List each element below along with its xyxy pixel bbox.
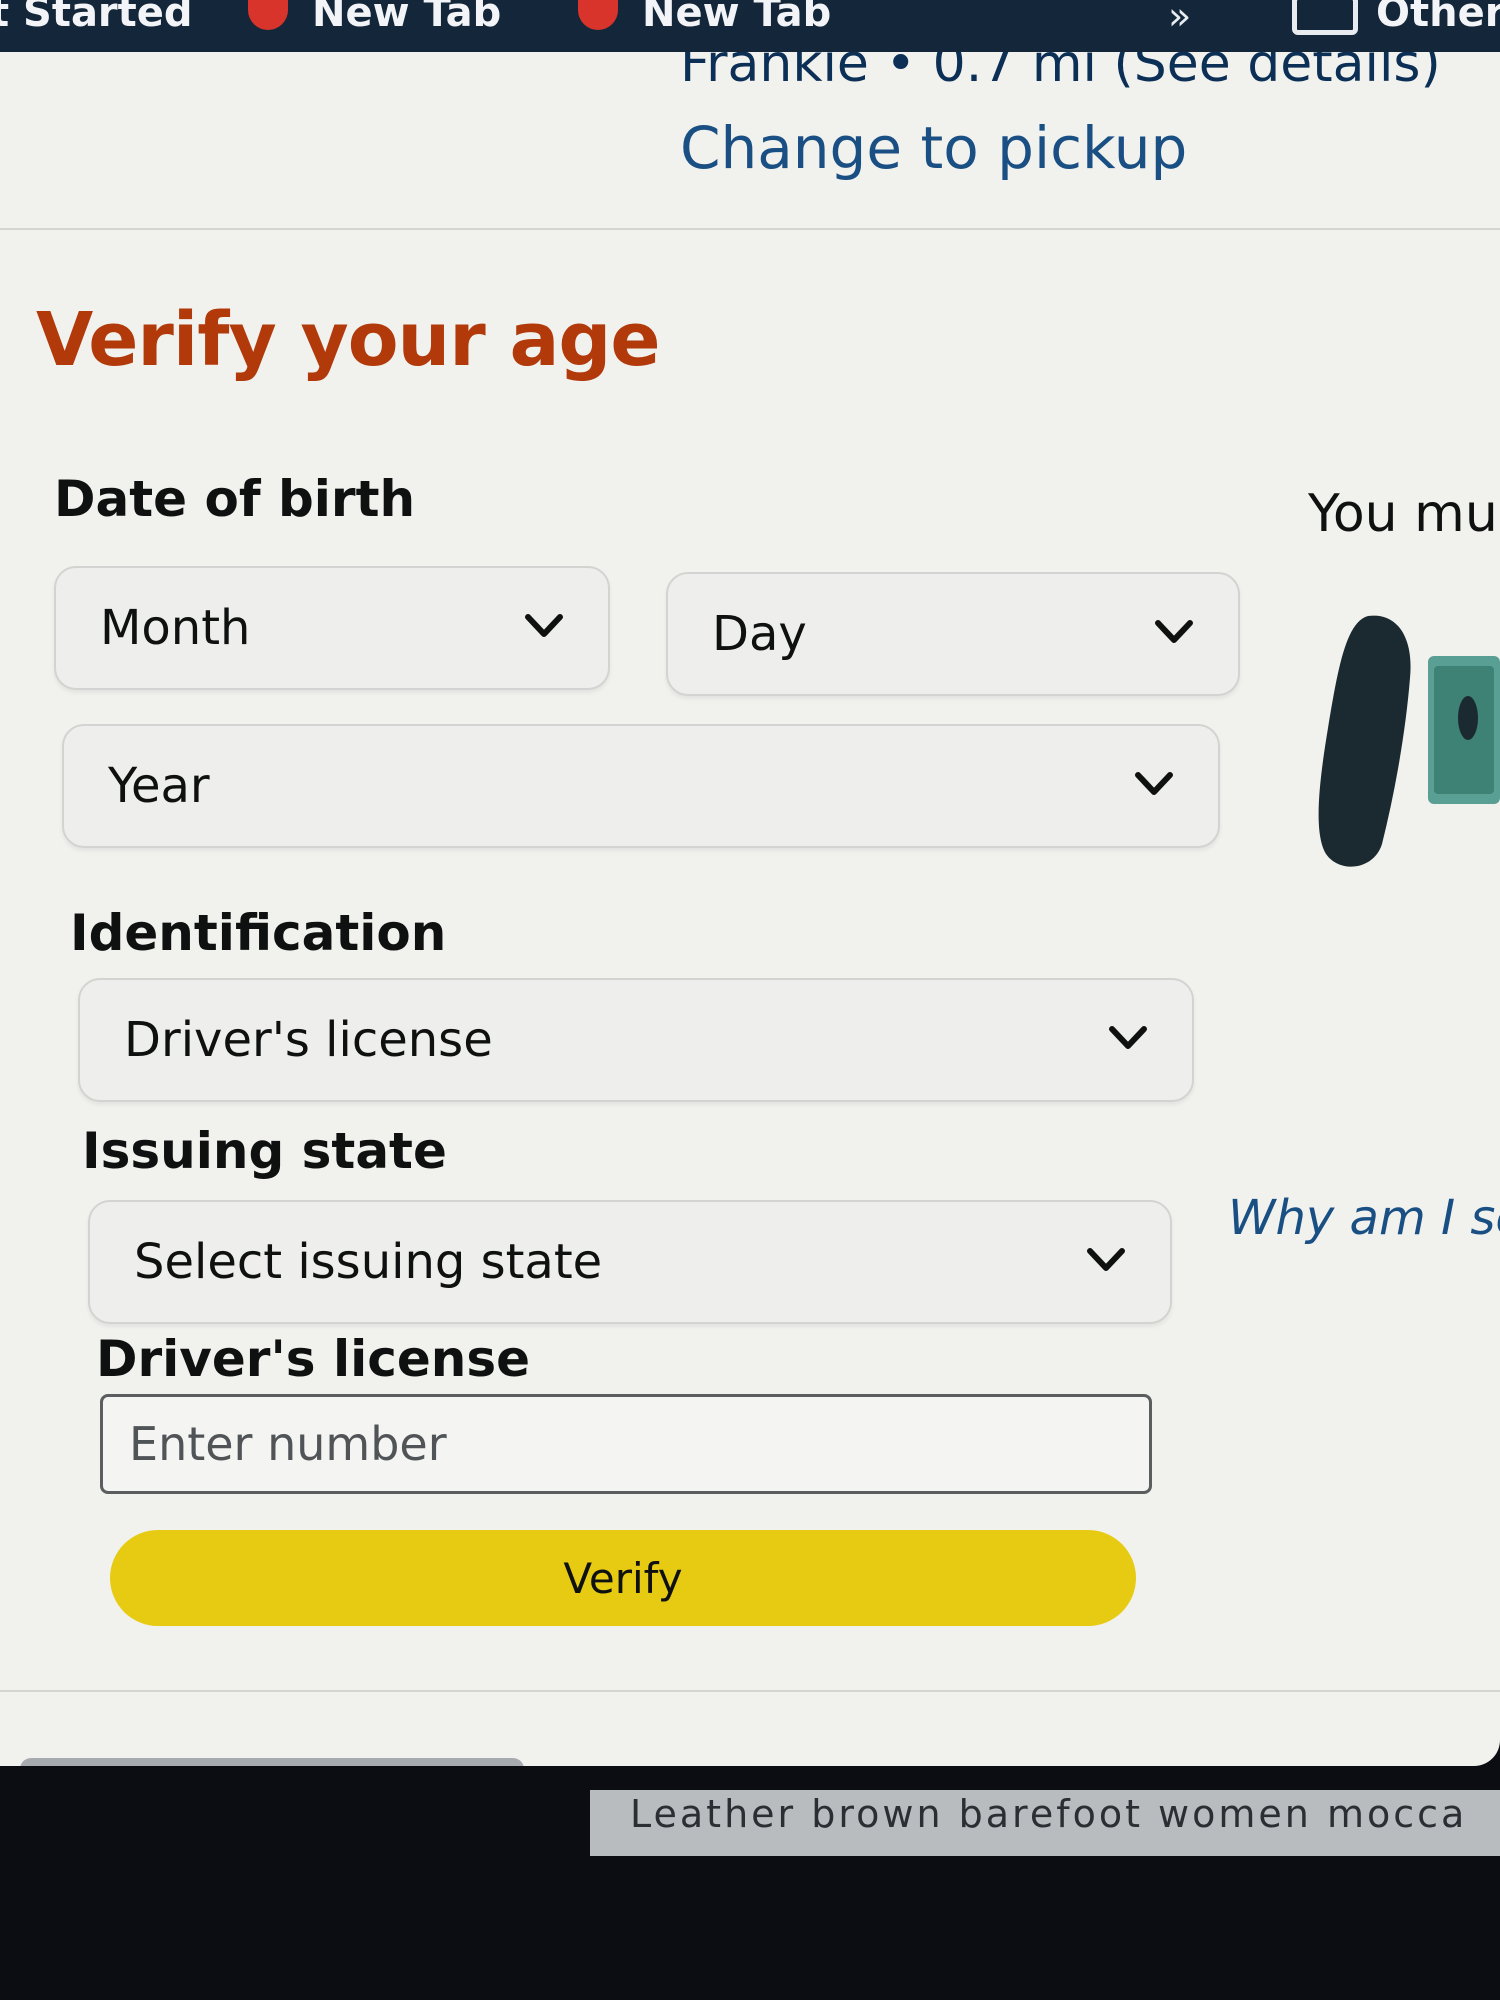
- tab-label: New Tab: [642, 0, 832, 36]
- age-requirement-note: You mu: [1308, 484, 1498, 544]
- year-select-value: Year: [108, 758, 210, 814]
- tab-favicon-icon: [578, 0, 618, 30]
- section-divider: [0, 228, 1500, 230]
- product-caption[interactable]: Leather brown barefoot women mocca: [630, 1792, 1467, 1836]
- chevron-down-icon: [1109, 1026, 1147, 1049]
- identification-select[interactable]: Driver's license: [78, 978, 1194, 1102]
- issuing-state-label: Issuing state: [82, 1122, 447, 1180]
- page-viewport: Frankie • 0.7 mi (See details) Change to…: [0, 52, 1500, 1766]
- chevron-down-icon: [1135, 772, 1173, 795]
- delivery-location-text: Frankie • 0.7 mi (See details): [680, 52, 1441, 94]
- day-select-value: Day: [712, 606, 807, 662]
- tab-new-tab-1[interactable]: New Tab: [248, 0, 501, 36]
- year-select[interactable]: Year: [62, 724, 1220, 848]
- product-thumbnail-image: [1318, 615, 1500, 867]
- chevron-down-icon: [1155, 620, 1193, 643]
- verify-button[interactable]: Verify: [110, 1530, 1136, 1626]
- tab-label: New Tab: [312, 0, 502, 36]
- date-of-birth-label: Date of birth: [54, 470, 416, 528]
- tab-get-started[interactable]: Get Started: [0, 0, 193, 36]
- chevron-down-icon: [1087, 1248, 1125, 1271]
- page-title: Verify your age: [36, 297, 661, 383]
- browser-tab-bar: Get Started New Tab New Tab » Other: [0, 0, 1500, 52]
- drivers-license-number-input[interactable]: [100, 1394, 1152, 1494]
- month-select-value: Month: [100, 600, 251, 656]
- identification-label: Identification: [70, 904, 447, 962]
- drivers-license-label: Driver's license: [96, 1330, 531, 1388]
- tab-favicon-icon: [248, 0, 288, 30]
- footer-divider: [0, 1690, 1500, 1692]
- bottom-product-strip: Leather brown barefoot women mocca: [590, 1790, 1500, 1856]
- tab-new-tab-2[interactable]: New Tab: [578, 0, 831, 36]
- other-bookmarks-label: Other: [1376, 0, 1500, 36]
- day-select[interactable]: Day: [666, 572, 1240, 696]
- identification-select-value: Driver's license: [124, 1012, 493, 1068]
- horizontal-scrollbar[interactable]: [20, 1758, 524, 1766]
- chevron-down-icon: [525, 614, 563, 637]
- issuing-state-select[interactable]: Select issuing state: [88, 1200, 1172, 1324]
- issuing-state-select-value: Select issuing state: [134, 1234, 603, 1290]
- tab-overflow-chevron-icon[interactable]: »: [1168, 0, 1191, 38]
- change-to-pickup-link[interactable]: Change to pickup: [680, 114, 1187, 182]
- other-bookmarks[interactable]: Other: [1292, 0, 1500, 36]
- folder-icon: [1292, 0, 1358, 35]
- why-am-i-seeing-this-link[interactable]: Why am I se: [1228, 1190, 1500, 1246]
- month-select[interactable]: Month: [54, 566, 610, 690]
